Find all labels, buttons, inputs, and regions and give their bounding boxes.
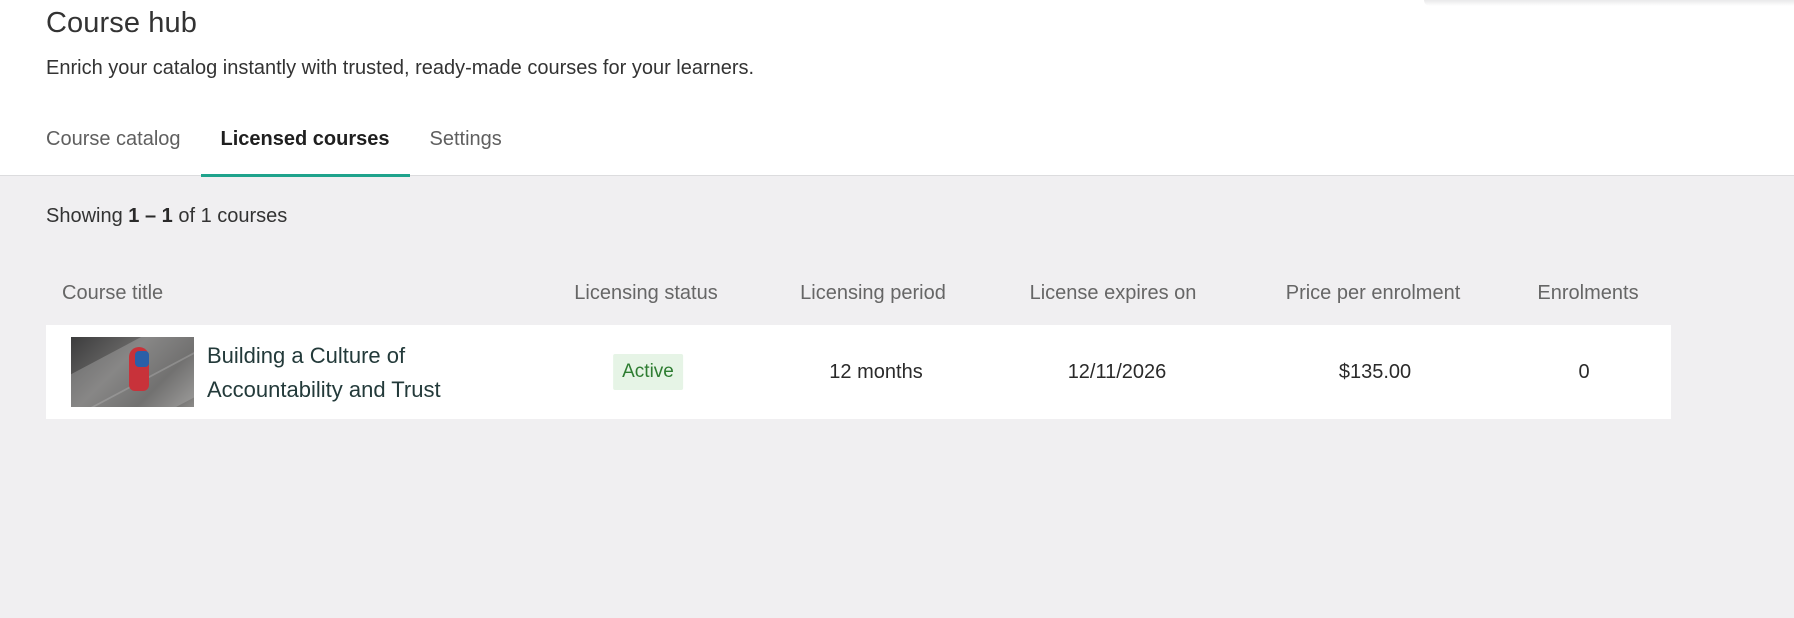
results-summary: Showing 1 – 1 of 1 courses (46, 205, 287, 228)
course-hub-page: Course hub Enrich your catalog instantly… (0, 0, 1794, 618)
column-header-licensing-status: Licensing status (574, 282, 718, 304)
licensed-courses-table: Course title Licensing status Licensing … (46, 270, 1671, 419)
thumbnail-backpack (135, 351, 149, 367)
status-badge: Active (613, 354, 683, 390)
column-header-enrolments: Enrolments (1537, 282, 1639, 304)
tab-licensed-courses[interactable]: Licensed courses (200, 118, 410, 177)
header-overlay-edge (1424, 0, 1794, 6)
enrolments-cell: 0 (1578, 360, 1590, 383)
page-title: Course hub (46, 7, 197, 39)
licensing-period-cell: 12 months (829, 360, 923, 383)
column-header-course-title: Course title (62, 282, 164, 304)
page-subtitle: Enrich your catalog instantly with trust… (46, 57, 755, 79)
license-expires-cell: 12/11/2026 (1067, 360, 1167, 383)
results-range: 1 – 1 (128, 205, 173, 227)
column-header-license-expires-on: License expires on (1029, 282, 1197, 304)
course-title-link[interactable]: Building a Culture of Accountability and… (207, 339, 487, 407)
column-header-price-per-enrolment: Price per enrolment (1285, 282, 1461, 304)
page-header: Course hub Enrich your catalog instantly… (0, 0, 1794, 177)
course-thumbnail[interactable] (71, 337, 194, 407)
column-header-licensing-period: Licensing period (800, 282, 946, 304)
tab-bar: Course catalog Licensed courses Settings (26, 118, 522, 177)
table-row[interactable]: Building a Culture of Accountability and… (46, 325, 1671, 419)
results-prefix: Showing (46, 205, 123, 227)
tab-course-catalog[interactable]: Course catalog (26, 118, 201, 176)
table-header: Course title Licensing status Licensing … (46, 270, 1671, 320)
licensing-status-cell: Active (613, 325, 683, 419)
price-cell: $135.00 (1338, 360, 1412, 383)
results-suffix: of 1 courses (178, 205, 288, 227)
tab-settings[interactable]: Settings (410, 118, 522, 176)
